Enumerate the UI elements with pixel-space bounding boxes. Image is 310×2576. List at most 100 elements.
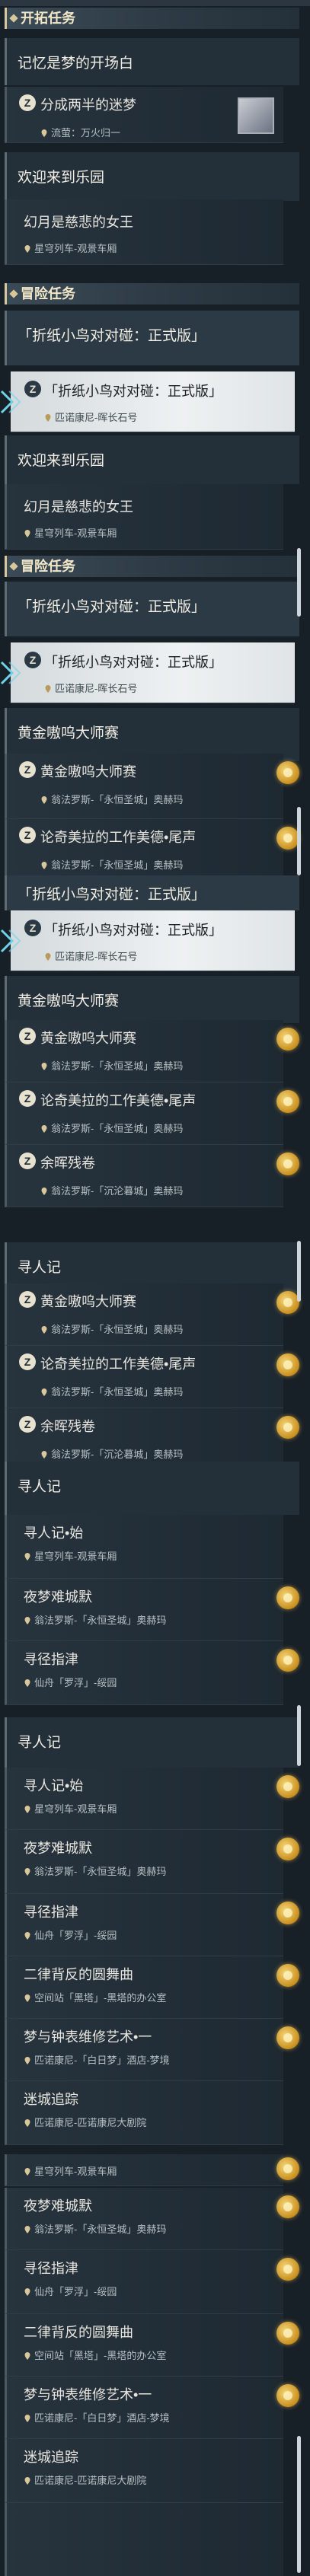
quest-location: 空间站「黑塔」-黑塔的办公室 bbox=[34, 2350, 167, 2361]
quest-golden-master-2[interactable]: Z 黄金嗷呜大师赛 翁法罗斯-「永恒圣城」奥赫玛 bbox=[5, 1020, 299, 1082]
quest-maze-pursuit[interactable]: 迷城追踪 匹诺康尼-匹诺康尼大剧院 bbox=[5, 2081, 283, 2145]
quest-origami-bird-selected[interactable]: Z 「折纸小鸟对对碰：正式版」 匹诺康尼-晖长石号 bbox=[0, 371, 295, 432]
reward-icon bbox=[276, 2195, 299, 2218]
quest-location: 匹诺康尼-晖长石号 bbox=[55, 951, 138, 962]
section-adventure-header-2[interactable]: 冒险任务 bbox=[5, 556, 299, 577]
location-pin-icon bbox=[24, 1617, 31, 1624]
quest-name: 迷城追踪 bbox=[24, 2450, 78, 2465]
quest-name: 黄金嗷呜大师赛 bbox=[40, 1031, 136, 1046]
location-pin-icon bbox=[40, 1188, 48, 1195]
selected-arrow-icon bbox=[0, 390, 21, 414]
location-pin-icon bbox=[40, 129, 48, 137]
quest-location: 翁法罗斯-「永恒圣城」奥赫玛 bbox=[51, 1123, 184, 1134]
quest-nightmare-city[interactable]: 夜梦难城默 翁法罗斯-「永恒圣城」奥赫玛 bbox=[5, 1579, 299, 1641]
quest-name: 夜梦难城默 bbox=[24, 1841, 92, 1856]
group-seeker-notes-2[interactable]: 寻人记 bbox=[5, 1462, 299, 1515]
location-pin-icon bbox=[24, 530, 31, 537]
location-pin-icon bbox=[24, 1994, 31, 2002]
quest-two-rhythm-2[interactable]: 二律背反的圆舞曲 空间站「黑塔」-黑塔的办公室 bbox=[5, 2314, 299, 2377]
quest-seeker-begin[interactable]: 寻人记•始 星穹列车-观景车厢 bbox=[5, 1515, 283, 1579]
scrollbar-thumb[interactable] bbox=[297, 548, 301, 617]
quest-location: 匹诺康尼-「白日梦」酒店-梦境 bbox=[34, 2055, 170, 2066]
group-origami-bird-3[interactable]: 「折纸小鸟对对碰：正式版」 bbox=[5, 875, 299, 910]
quest-dream-clock[interactable]: 梦与钟表维修艺术•一 匹诺康尼-「白日梦」酒店-梦境 bbox=[5, 2019, 299, 2081]
quest-location: 匹诺康尼-晖长石号 bbox=[55, 412, 138, 423]
location-pin-icon bbox=[24, 2352, 31, 2360]
quest-golden-master[interactable]: Z 黄金嗷呜大师赛 翁法罗斯-「永恒圣城」奥赫玛 bbox=[5, 754, 299, 819]
quest-lunqi-workshop[interactable]: Z 论奇美拉的工作美德•尾声 翁法罗斯-「永恒圣城」奥赫玛 bbox=[5, 819, 299, 883]
reward-icon bbox=[276, 827, 299, 850]
quest-moon-queen-2[interactable]: 幻月是慈悲的女王 星穹列车-观景车厢 bbox=[5, 484, 283, 550]
group-memory-beginning[interactable]: 记忆是梦的开场白 bbox=[5, 38, 299, 85]
quest-location: 匹诺康尼-「白日梦」酒店-梦境 bbox=[34, 2412, 170, 2424]
quest-name: 幻月是慈悲的女王 bbox=[24, 499, 133, 515]
quest-location: 星穹列车-观景车厢 bbox=[34, 1551, 117, 1562]
quest-seeker-begin-2[interactable]: 寻人记•始 星穹列车-观景车厢 bbox=[5, 1768, 299, 1830]
section-trailblaze-header[interactable]: 开拓任务 bbox=[5, 8, 299, 29]
group-origami-bird-2[interactable]: 「折纸小鸟对对碰：正式版」 bbox=[5, 582, 299, 636]
group-welcome-paradise-2[interactable]: 欢迎来到乐园 bbox=[5, 435, 299, 484]
quest-nightmare-city-2[interactable]: 夜梦难城默 翁法罗斯-「永恒圣城」奥赫玛 bbox=[5, 1830, 299, 1894]
quest-location: 星穹列车-观景车厢 bbox=[34, 243, 117, 254]
quest-lunqi-workshop-2[interactable]: Z 论奇美拉的工作美德•尾声 翁法罗斯-「永恒圣城」奥赫玛 bbox=[5, 1082, 299, 1145]
scrollbar-thumb-2[interactable] bbox=[297, 807, 301, 875]
reward-icon bbox=[276, 761, 299, 784]
reward-icon bbox=[276, 1775, 299, 1798]
group-welcome-paradise[interactable]: 欢迎来到乐园 bbox=[5, 152, 299, 201]
location-pin-icon bbox=[40, 1125, 48, 1133]
quest-dream-clock-2[interactable]: 梦与钟表维修艺术•一 匹诺康尼-「白日梦」酒店-梦境 bbox=[5, 2377, 299, 2439]
quest-lunqi-workshop-3[interactable]: Z 论奇美拉的工作美德•尾声 翁法罗斯-「永恒圣城」奥赫玛 bbox=[5, 1346, 299, 1408]
group-golden-showdown-2[interactable]: 黄金嗷呜大师赛 bbox=[5, 976, 299, 1023]
reward-icon bbox=[276, 2322, 299, 2345]
quest-location: 翁法罗斯-「永恒圣城」奥赫玛 bbox=[34, 2224, 167, 2235]
location-pin-icon bbox=[24, 2415, 31, 2422]
quest-maze-pursuit-2[interactable]: 迷城追踪 匹诺康尼-匹诺康尼大剧院 bbox=[5, 2439, 283, 2503]
location-pin-icon bbox=[24, 1679, 31, 1687]
reward-icon bbox=[276, 2384, 299, 2407]
quest-name: 余晖残卷 bbox=[40, 1419, 95, 1434]
location-pin-icon bbox=[44, 685, 52, 693]
location-pin-icon bbox=[24, 1806, 31, 1813]
quest-seek-guide[interactable]: 寻径指津 仙舟「罗浮」-绥园 bbox=[5, 1641, 299, 1705]
quest-golden-master-3[interactable]: Z 黄金嗷呜大师赛 翁法罗斯-「永恒圣城」奥赫玛 bbox=[5, 1283, 299, 1346]
quest-seek-guide-2[interactable]: 寻径指津 仙舟「罗浮」-绥园 bbox=[5, 1894, 299, 1956]
quest-name: 寻人记•始 bbox=[24, 1778, 84, 1793]
quest-name: 黄金嗷呜大师赛 bbox=[40, 764, 136, 779]
group-seeker-notes-3[interactable]: 寻人记 bbox=[5, 1717, 299, 1768]
quest-two-rhythm[interactable]: 二律背反的圆舞曲 空间站「黑塔」-黑塔的办公室 bbox=[5, 1956, 299, 2019]
quest-name: 论奇美拉的工作美德•尾声 bbox=[40, 830, 197, 845]
scrollbar-thumb-4[interactable] bbox=[297, 1705, 301, 1766]
quest-type-icon: Z bbox=[24, 652, 41, 668]
quest-location: 匹诺康尼-匹诺康尼大剧院 bbox=[34, 2117, 147, 2128]
quest-seek-guide-3[interactable]: 寻径指津 仙舟「罗浮」-绥园 bbox=[5, 2250, 299, 2314]
quest-location: 星穹列车-观景车厢 bbox=[34, 2166, 117, 2177]
quest-seeker-begin-3-partial[interactable]: 星穹列车-观景车厢 bbox=[5, 2154, 299, 2186]
reward-icon bbox=[276, 1964, 299, 1987]
quest-origami-bird-selected-2[interactable]: Z 「折纸小鸟对对碰：正式版」 匹诺康尼-晖长石号 bbox=[0, 642, 295, 703]
quest-ember-scroll[interactable]: Z 余晖残卷 翁法罗斯-「沉沦暮城」奥赫玛 bbox=[5, 1145, 299, 1207]
quest-split-wandering[interactable]: Z 分成两半的迷梦 流萤：万火归一 bbox=[5, 87, 283, 143]
location-pin-icon bbox=[24, 1932, 31, 1940]
location-pin-icon bbox=[24, 1868, 31, 1876]
reward-icon bbox=[276, 1353, 299, 1376]
quest-name: 二律背反的圆舞曲 bbox=[24, 2325, 133, 2340]
quest-moon-queen[interactable]: 幻月是慈悲的女王 星穹列车-观景车厢 bbox=[5, 199, 283, 265]
quest-location: 翁法罗斯-「永恒圣城」奥赫玛 bbox=[51, 1060, 184, 1072]
quest-name: 黄金嗷呜大师赛 bbox=[40, 1294, 136, 1309]
quest-location: 星穹列车-观景车厢 bbox=[34, 528, 117, 539]
quest-location: 翁法罗斯-「永恒圣城」奥赫玛 bbox=[34, 1615, 167, 1626]
section-adventure-header[interactable]: 冒险任务 bbox=[5, 283, 299, 304]
quest-name: 「折纸小鸟对对碰：正式版」 bbox=[44, 923, 222, 938]
quest-name: 梦与钟表维修艺术•一 bbox=[24, 2387, 152, 2402]
location-pin-icon bbox=[40, 1326, 48, 1334]
scrollbar-thumb-3[interactable] bbox=[297, 1241, 301, 1302]
quest-name: 寻径指津 bbox=[24, 1652, 78, 1667]
scrollbar-thumb-5[interactable] bbox=[297, 2436, 301, 2573]
reward-icon bbox=[276, 1090, 299, 1113]
quest-location: 空间站「黑塔」-黑塔的办公室 bbox=[34, 1992, 167, 2004]
reward-icon bbox=[276, 1586, 299, 1609]
location-pin-icon bbox=[24, 2226, 31, 2233]
quest-nightmare-city-3[interactable]: 夜梦难城默 翁法罗斯-「永恒圣城」奥赫玛 bbox=[5, 2188, 299, 2250]
quest-origami-bird-selected-3[interactable]: Z 「折纸小鸟对对碰：正式版」 匹诺康尼-晖长石号 bbox=[0, 910, 295, 971]
group-origami-bird[interactable]: 「折纸小鸟对对碰：正式版」 bbox=[5, 311, 299, 365]
